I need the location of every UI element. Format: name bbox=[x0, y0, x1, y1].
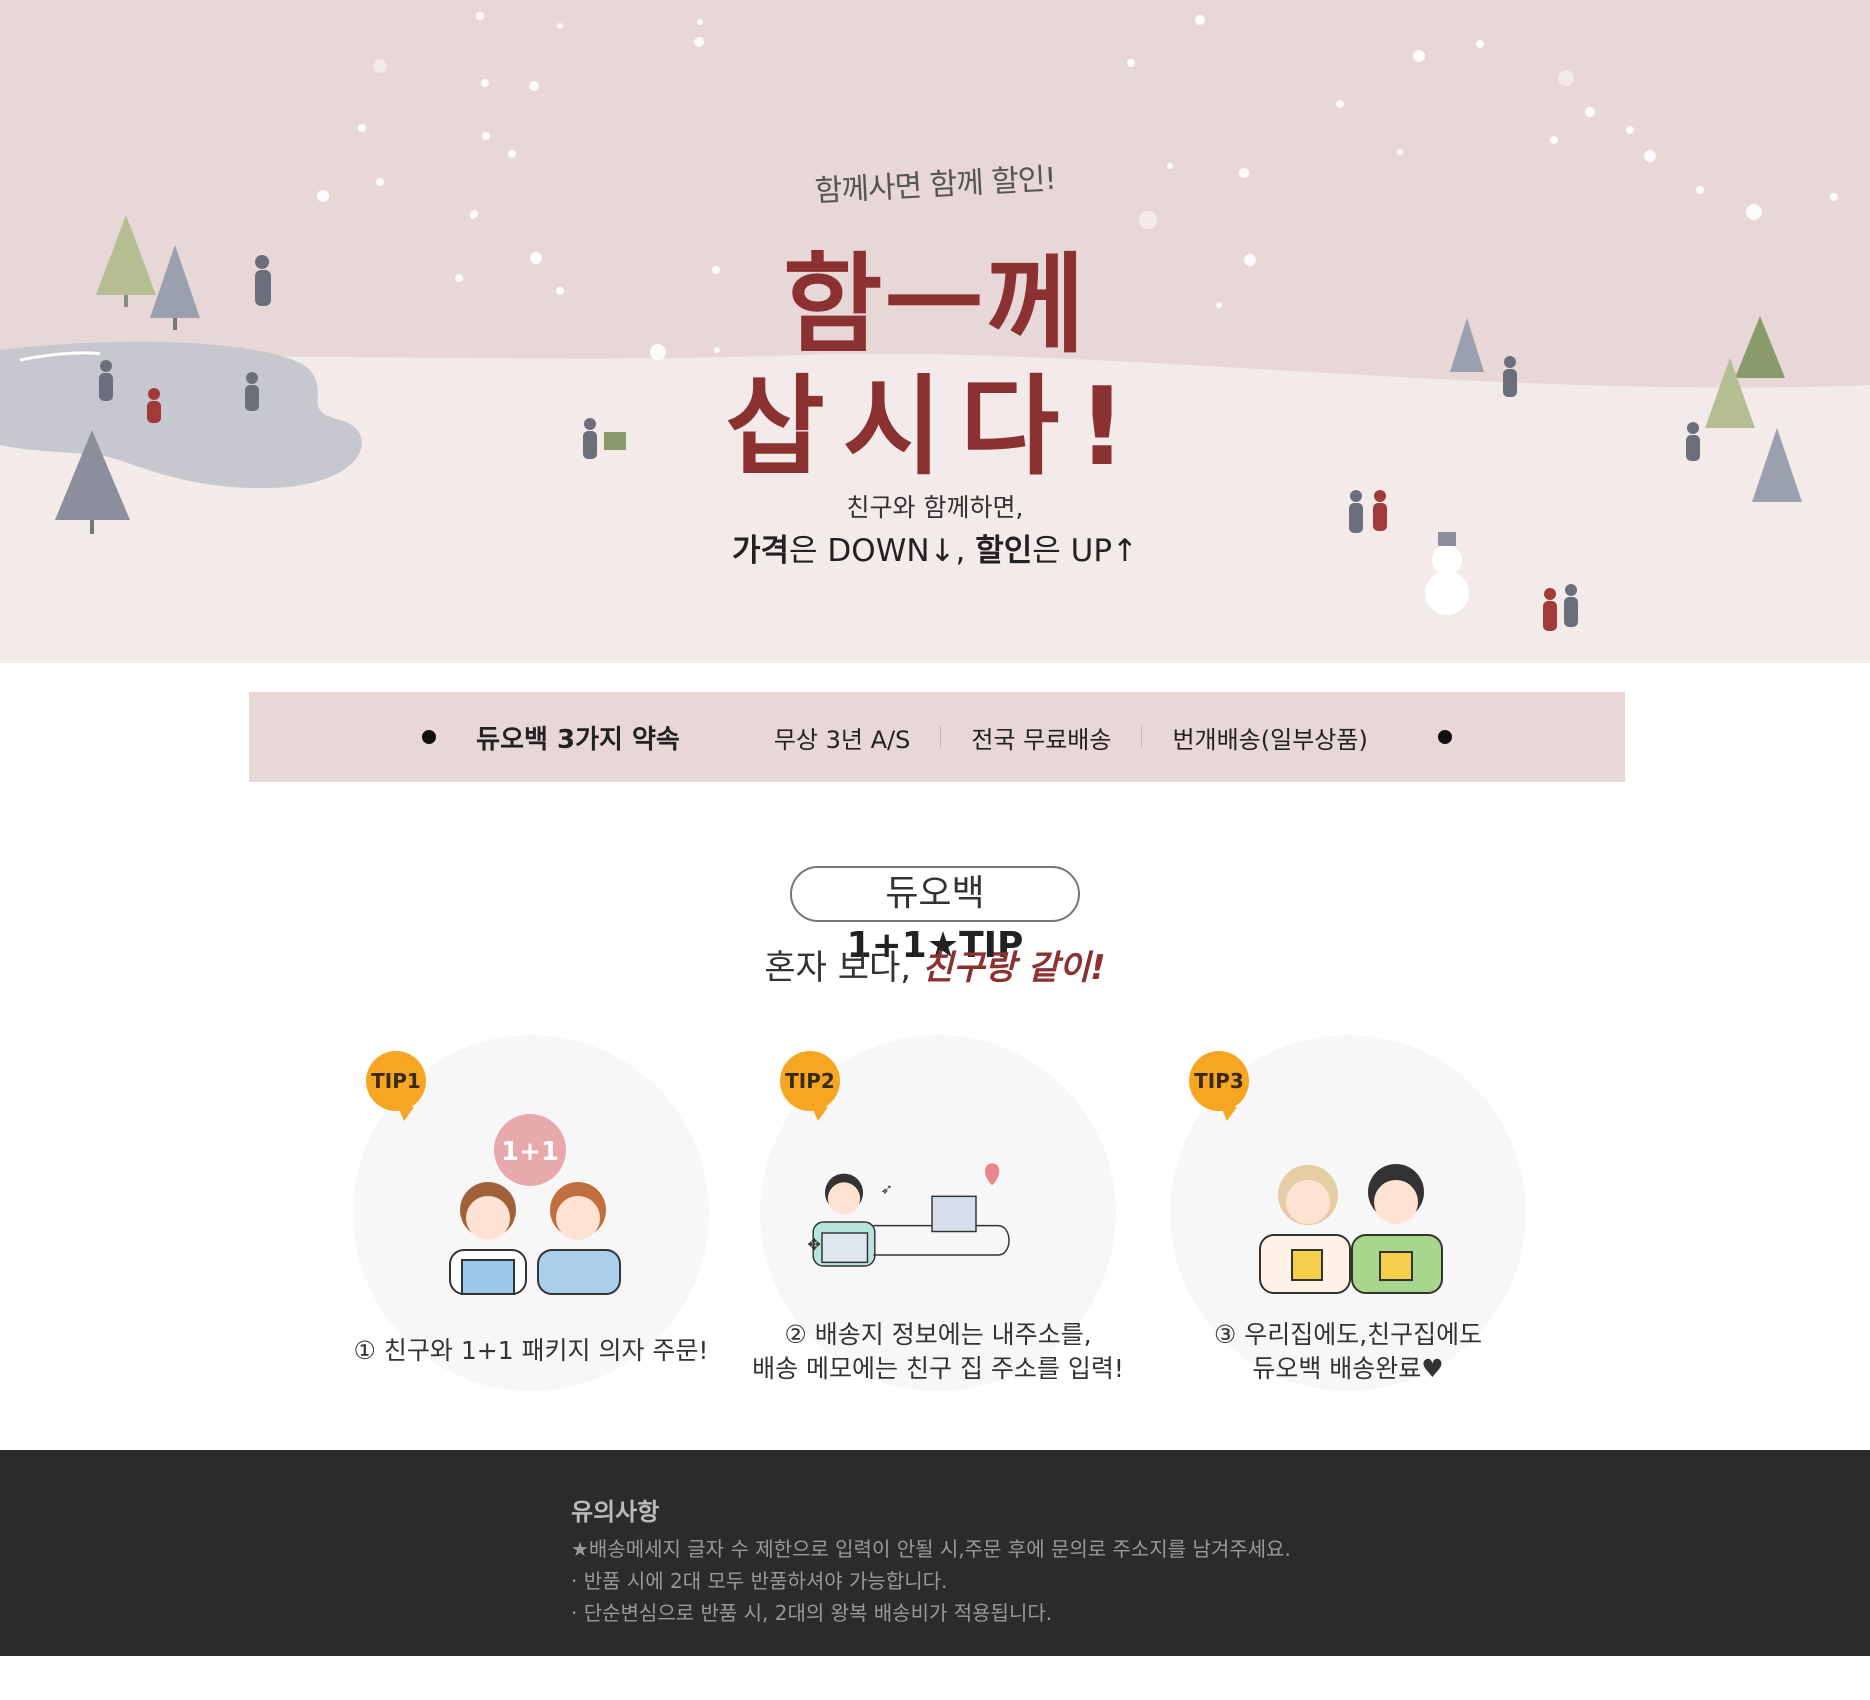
notice-heading: 유의사항 bbox=[571, 1498, 660, 1526]
bullet-dot-icon bbox=[422, 730, 437, 744]
tip-sub-bold: 친구랑 같이! bbox=[921, 948, 1106, 988]
price-bold: 가격 bbox=[732, 533, 790, 569]
cursor-icon: ➶ bbox=[881, 1181, 893, 1198]
tip3-caption: ③ 우리집에도,친구집에도 듀오백 배송완료♥ bbox=[1150, 1318, 1546, 1386]
tip1-badge: TIP1 bbox=[366, 1051, 426, 1121]
promise-bar: 듀오백 3가지 약속 무상 3년 A/S 전국 무료배송 번개배송(일부상품) bbox=[249, 692, 1625, 782]
tip2-caption: ② 배송지 정보에는 내주소를, 배송 메모에는 친구 집 주소를 입력! bbox=[700, 1318, 1176, 1386]
one-plus-one-bubble: 1+1 bbox=[501, 1137, 559, 1167]
move-icon: ✥ bbox=[807, 1235, 821, 1254]
friends-order-illustration: 1+1 bbox=[449, 1114, 621, 1295]
discount-rest: 은 UP↑ bbox=[1032, 533, 1138, 569]
promise-item-shipping: 전국 무료배송 bbox=[971, 725, 1112, 754]
delivery-complete-illustration bbox=[1259, 1164, 1443, 1294]
tip-title-pill: 듀오백 1+1★TIP bbox=[790, 866, 1080, 966]
tip-sub-plain: 혼자 보다, bbox=[764, 948, 922, 988]
promise-item-as: 무상 3년 A/S bbox=[773, 725, 911, 754]
hero-text: 함께사면 함께 할인! 함ㅡ께 삽시다! 친구와 함께하면, 가격은 DOWN↓… bbox=[0, 0, 1870, 663]
tip-subtitle: 혼자 보다, 친구랑 같이! bbox=[0, 940, 1870, 989]
notice-content: 유의사항 ★배송메세지 글자 수 제한으로 입력이 안될 시,주문 후에 문의로… bbox=[571, 1492, 1291, 1629]
hero-price-line: 가격은 DOWN↓, 할인은 UP↑ bbox=[0, 525, 1870, 570]
tip2-caption-line2: 배송 메모에는 친구 집 주소를 입력! bbox=[752, 1354, 1124, 1383]
tip2-caption-line1: ② 배송지 정보에는 내주소를, bbox=[784, 1320, 1092, 1349]
hero-subtitle: 친구와 함께하면, bbox=[846, 493, 1024, 522]
address-entry-illustration: ✥ ➶ bbox=[807, 1163, 1010, 1267]
bullet-dot-icon bbox=[1437, 730, 1452, 744]
notice-line: · 단순변심으로 반품 시, 2대의 왕복 배송비가 적용됩니다. bbox=[571, 1601, 1053, 1625]
notice-line: · 반품 시에 2대 모두 반품하셔야 가능합니다. bbox=[571, 1569, 948, 1593]
hero-banner: 함께사면 함께 할인! 함ㅡ께 삽시다! 친구와 함께하면, 가격은 DOWN↓… bbox=[0, 0, 1870, 663]
notice-section: 유의사항 ★배송메세지 글자 수 제한으로 입력이 안될 시,주문 후에 문의로… bbox=[0, 1450, 1870, 1656]
promise-title: 듀오백 3가지 약속 bbox=[476, 724, 680, 755]
tip-pill-light: 듀오백 bbox=[885, 873, 985, 914]
hero-title-line2: 삽시다! bbox=[725, 365, 1145, 490]
tip1-caption: ① 친구와 1+1 패키지 의자 주문! bbox=[353, 1334, 709, 1368]
price-rest: 은 DOWN↓, bbox=[789, 533, 976, 569]
tip3-caption-line2: 듀오백 배송완료♥ bbox=[1252, 1354, 1444, 1383]
discount-bold: 할인 bbox=[975, 533, 1033, 569]
tip3-caption-line1: ③ 우리집에도,친구집에도 bbox=[1213, 1320, 1483, 1349]
notice-line: ★배송메세지 글자 수 제한으로 입력이 안될 시,주문 후에 문의로 주소지를… bbox=[571, 1537, 1291, 1561]
promise-item-express: 번개배송(일부상품) bbox=[1172, 725, 1368, 754]
tip1-caption-line1: ① 친구와 1+1 패키지 의자 주문! bbox=[353, 1336, 709, 1365]
